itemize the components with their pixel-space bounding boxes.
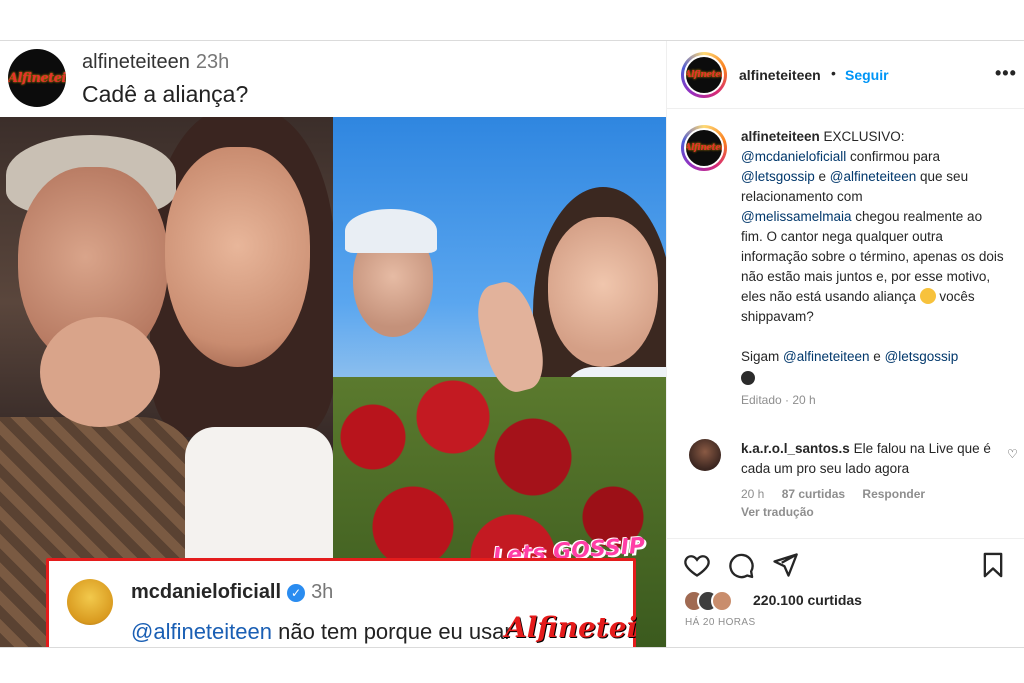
embedded-comment-username: mcdanieloficiall bbox=[131, 581, 282, 603]
see-translation-link[interactable]: Ver tradução bbox=[741, 505, 814, 519]
caption-text-2: e bbox=[814, 169, 830, 184]
caption-text: alfineteiteen EXCLUSIVO: @mcdanieloficia… bbox=[741, 127, 1007, 389]
caption-mention-mcdaniel[interactable]: @mcdanieloficiall bbox=[741, 149, 846, 164]
caption-avatar: Alfinetei bbox=[684, 128, 724, 168]
photo-woman-face-2 bbox=[548, 217, 658, 367]
share-icon[interactable] bbox=[771, 551, 799, 579]
caption-text-1: confirmou para bbox=[846, 149, 941, 164]
caption-edited-time: Editado · 20 h bbox=[741, 393, 816, 407]
frowning-face-icon bbox=[919, 288, 936, 304]
embedded-comment-text: @alfineteiteen não tem porque eu usar al… bbox=[131, 616, 551, 647]
comment-username[interactable]: k.a.r.o.l_santos.s bbox=[741, 441, 850, 456]
photo-hand bbox=[40, 317, 160, 427]
comment-reply-button[interactable]: Responder bbox=[862, 487, 925, 501]
media-username-line: alfineteiteen 23h bbox=[82, 51, 229, 74]
caption-username[interactable]: alfineteiteen bbox=[741, 129, 820, 144]
panel-avatar: Alfinetei bbox=[684, 55, 724, 95]
panel-avatar-logo: Alfinetei bbox=[684, 70, 724, 80]
comment-text: k.a.r.o.l_santos.s Ele falou na Live que… bbox=[741, 439, 1003, 479]
media-header: Alfinetei alfineteiteen 23h Cadê a alianç… bbox=[0, 41, 666, 117]
comment-time: 20 h bbox=[741, 487, 765, 501]
caption-intro: EXCLUSIVO: bbox=[819, 129, 905, 144]
embedded-comment-time: 3h bbox=[311, 581, 334, 603]
heart-icon[interactable] bbox=[683, 551, 711, 579]
post-media[interactable]: Alfinetei alfineteiteen 23h Cadê a alianç… bbox=[0, 41, 666, 647]
post-actions: 220.100 curtidas HÁ 20 HORAS bbox=[667, 538, 1024, 647]
photo-man-cap bbox=[345, 209, 437, 253]
follow-button[interactable]: Seguir bbox=[845, 67, 889, 83]
caption-follow-mid: e bbox=[869, 349, 885, 364]
bomb-icon bbox=[741, 371, 755, 385]
caption-mention-letsgossip[interactable]: @letsgossip bbox=[741, 169, 815, 184]
embedded-comment-header: mcdanieloficiall ✓ 3h bbox=[131, 581, 333, 604]
panel-separator: • bbox=[831, 65, 836, 81]
verified-badge-icon: ✓ bbox=[287, 583, 306, 602]
media-username: alfineteiteen bbox=[82, 51, 190, 73]
caption-avatar-ring[interactable]: Alfinetei bbox=[681, 125, 727, 171]
more-icon[interactable]: ••• bbox=[995, 63, 1017, 84]
brand-avatar: Alfinetei bbox=[8, 49, 66, 107]
caption-follow-mention-1[interactable]: @alfineteiteen bbox=[783, 349, 870, 364]
embedded-comment-avatar bbox=[67, 579, 113, 625]
liker-avatar bbox=[711, 590, 733, 612]
caption-mention-melissa[interactable]: @melissamelmaia bbox=[741, 209, 851, 224]
panel-header: Alfinetei alfineteiteen • Seguir ••• bbox=[667, 41, 1024, 109]
comment-avatar[interactable] bbox=[689, 439, 721, 471]
photo-woman-face bbox=[165, 147, 310, 367]
post-age: HÁ 20 HORAS bbox=[685, 617, 756, 628]
panel-avatar-ring[interactable]: Alfinetei bbox=[681, 52, 727, 98]
caption-follow-mention-2[interactable]: @letsgossip bbox=[885, 349, 959, 364]
embedded-comment-mention: @alfineteiteen bbox=[131, 619, 272, 644]
panel-username[interactable]: alfineteiteen bbox=[739, 67, 821, 83]
media-caption: Cadê a aliança? bbox=[82, 81, 249, 107]
likes-count[interactable]: 220.100 curtidas bbox=[753, 592, 862, 608]
comment-meta: 20 h 87 curtidas Responder bbox=[741, 487, 939, 501]
comment-icon[interactable] bbox=[727, 551, 755, 579]
media-time: 23h bbox=[195, 51, 230, 73]
brand-logo: Alfinetei bbox=[8, 70, 66, 86]
caption-avatar-logo: Alfinetei bbox=[684, 143, 724, 153]
post-side-panel: Alfinetei alfineteiteen • Seguir ••• Alf… bbox=[666, 41, 1024, 647]
comment-like-icon[interactable]: ♡ bbox=[1007, 447, 1018, 461]
alfinetei-watermark: Alfinetei bbox=[505, 611, 638, 644]
caption-follow-prefix: Sigam bbox=[741, 349, 784, 364]
caption-mention-alfineteiteen[interactable]: @alfineteiteen bbox=[830, 169, 917, 184]
comment-likes[interactable]: 87 curtidas bbox=[782, 487, 845, 501]
bookmark-icon[interactable] bbox=[979, 551, 1007, 579]
